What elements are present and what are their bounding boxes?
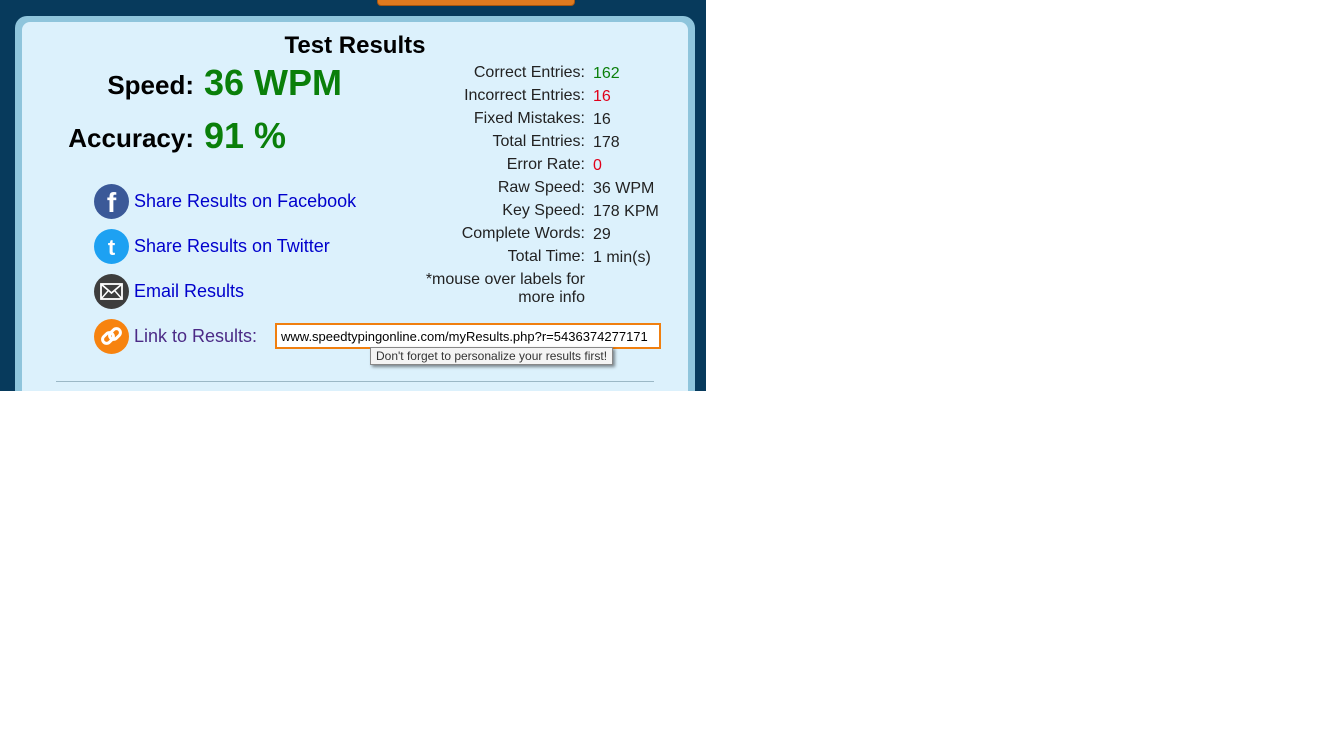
results-panel: Test Results Speed: 36 WPM Accuracy: 91 … (15, 16, 695, 391)
speed-value: 36 WPM (204, 62, 343, 103)
stat-total-time-label[interactable]: Total Time: (402, 248, 585, 266)
speed-label: Speed: (107, 70, 194, 100)
stat-fixed-label[interactable]: Fixed Mistakes: (402, 110, 585, 128)
results-link-input[interactable] (275, 323, 661, 349)
stat-complete-words-value: 29 (593, 226, 611, 243)
stat-error-rate-value: 0 (593, 157, 602, 174)
stat-correct-value: 162 (593, 65, 620, 82)
stat-total-time-value: 1 min(s) (593, 249, 651, 266)
stat-incorrect-label[interactable]: Incorrect Entries: (402, 87, 585, 105)
personalize-tooltip: Don't forget to personalize your results… (370, 347, 614, 365)
results-panel-inner: Test Results Speed: 36 WPM Accuracy: 91 … (22, 22, 688, 391)
share-email-link[interactable]: Email Results (134, 281, 244, 302)
stat-complete-words-label[interactable]: Complete Words: (402, 225, 585, 243)
email-icon[interactable] (94, 273, 129, 309)
share-facebook-row[interactable]: f Share Results on Facebook (94, 183, 356, 219)
svg-text:t: t (108, 235, 116, 260)
share-twitter-row[interactable]: t Share Results on Twitter (94, 228, 330, 264)
stat-total-label[interactable]: Total Entries: (402, 133, 585, 151)
accuracy-label: Accuracy: (68, 123, 194, 153)
share-email-row[interactable]: Email Results (94, 273, 244, 309)
link-results-label: Link to Results: (134, 325, 258, 346)
stat-fixed-value: 16 (593, 111, 611, 128)
mouse-over-note-line2: more info (518, 289, 585, 306)
link-results-row: Link to Results: (94, 318, 257, 354)
link-icon (94, 318, 129, 354)
section-divider (56, 381, 654, 382)
share-twitter-link[interactable]: Share Results on Twitter (134, 236, 330, 257)
top-orange-button[interactable] (377, 0, 575, 6)
page-frame: Test Results Speed: 36 WPM Accuracy: 91 … (0, 0, 706, 391)
stat-raw-speed-value: 36 WPM (593, 180, 655, 197)
twitter-icon[interactable]: t (94, 228, 129, 264)
accuracy-value: 91 % (204, 115, 287, 156)
facebook-icon[interactable]: f (94, 183, 129, 219)
stat-raw-speed-label[interactable]: Raw Speed: (402, 179, 585, 197)
stat-error-rate-label[interactable]: Error Rate: (402, 156, 585, 174)
stat-key-speed-value: 178 KPM (593, 203, 659, 220)
share-facebook-link[interactable]: Share Results on Facebook (134, 191, 356, 212)
stat-total-value: 178 (593, 134, 620, 151)
svg-text:f: f (107, 187, 117, 218)
results-title: Test Results (284, 32, 426, 59)
stat-correct-label[interactable]: Correct Entries: (402, 64, 585, 82)
mouse-over-note-line1: *mouse over labels for (425, 271, 585, 288)
stat-incorrect-value: 16 (593, 88, 611, 105)
stat-key-speed-label[interactable]: Key Speed: (402, 202, 585, 220)
